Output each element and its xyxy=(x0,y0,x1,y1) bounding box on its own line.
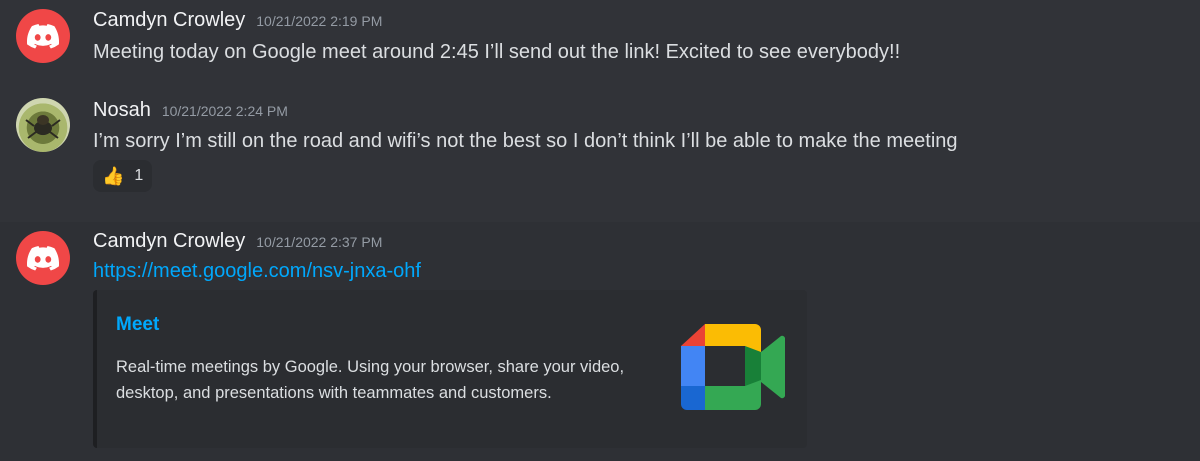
avatar-photo-icon xyxy=(25,115,61,139)
link-embed: Meet Real-time meetings by Google. Using… xyxy=(93,290,807,448)
message-2: Nosah 10/21/2022 2:24 PM I’m sorry I’m s… xyxy=(0,90,1200,218)
user-avatar[interactable] xyxy=(16,98,70,152)
username[interactable]: Camdyn Crowley xyxy=(93,230,245,253)
reaction-count: 1 xyxy=(134,167,144,184)
chat-messages: Camdyn Crowley 10/21/2022 2:19 PM Meetin… xyxy=(0,0,1200,461)
meet-link[interactable]: https://meet.google.com/nsv-jnxa-ohf xyxy=(93,260,421,283)
discord-logo-icon xyxy=(27,245,59,270)
message-header: Nosah 10/21/2022 2:24 PM xyxy=(93,99,288,122)
username[interactable]: Camdyn Crowley xyxy=(93,9,245,32)
reaction-thumbs-up[interactable]: 👍 1 xyxy=(93,160,153,192)
message-header: Camdyn Crowley 10/21/2022 2:19 PM xyxy=(93,9,382,32)
embed-title[interactable]: Meet xyxy=(116,314,159,336)
google-meet-icon[interactable] xyxy=(681,324,785,410)
user-avatar[interactable] xyxy=(16,9,70,63)
message-text: Meeting today on Google meet around 2:45… xyxy=(93,41,901,63)
timestamp: 10/21/2022 2:24 PM xyxy=(161,103,288,119)
timestamp: 10/21/2022 2:19 PM xyxy=(256,13,383,29)
user-avatar[interactable] xyxy=(16,231,70,285)
message-text: I’m sorry I’m still on the road and wifi… xyxy=(93,130,958,152)
message-header: Camdyn Crowley 10/21/2022 2:37 PM xyxy=(93,230,382,253)
discord-logo-icon xyxy=(27,23,59,48)
message-1: Camdyn Crowley 10/21/2022 2:19 PM Meetin… xyxy=(0,0,1200,90)
thumbs-up-icon: 👍 xyxy=(102,166,125,186)
timestamp: 10/21/2022 2:37 PM xyxy=(256,234,383,250)
username[interactable]: Nosah xyxy=(93,99,151,122)
embed-description: Real-time meetings by Google. Using your… xyxy=(116,358,625,402)
